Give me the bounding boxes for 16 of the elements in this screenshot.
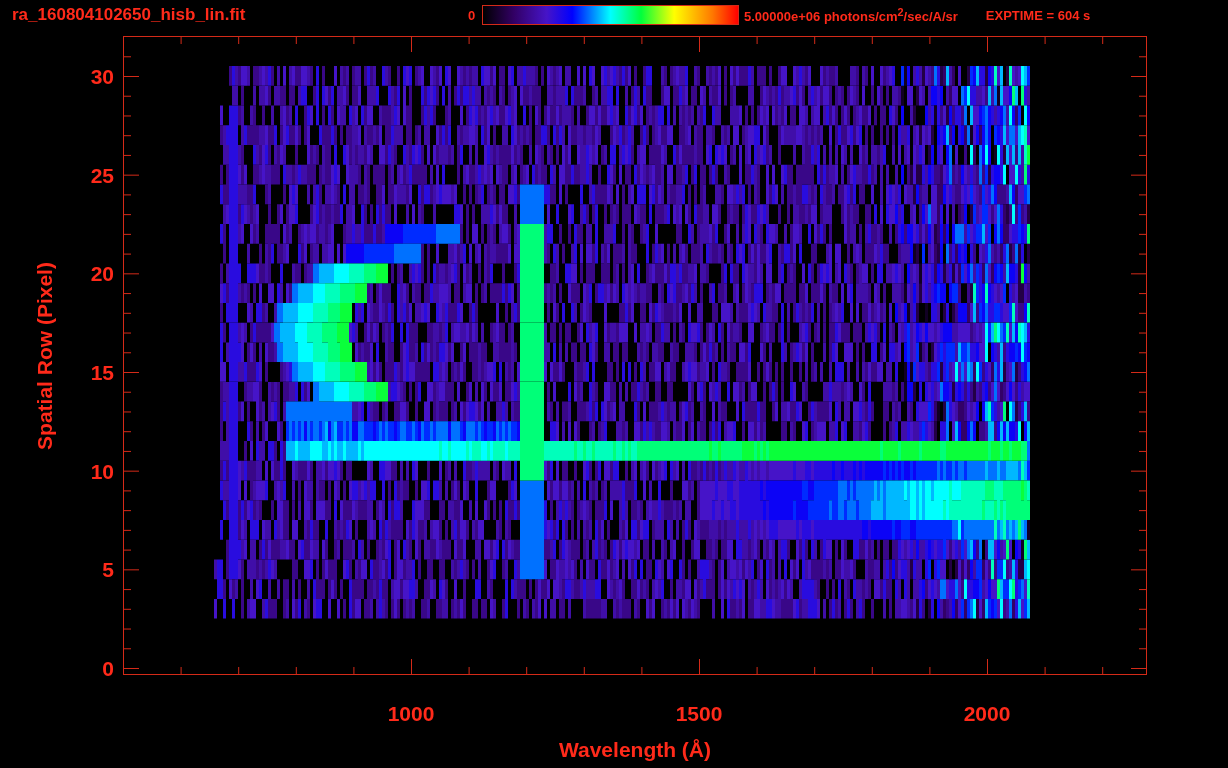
colorbar-max-label: 5.00000e+06 photons/cm$^{2}$/sec/A/sr bbox=[744, 5, 958, 25]
axis-tick-label: 10 bbox=[90, 459, 114, 483]
exposure-time: EXPTIME = 604 s bbox=[985, 7, 1091, 23]
axis-tick-label: 1000 bbox=[387, 702, 435, 725]
axis-tick-label: 0 bbox=[102, 657, 114, 680]
y-axis-label: Spatial Row (Pixel) bbox=[33, 262, 56, 450]
x-axis-label: Wavelength (Å) bbox=[558, 738, 712, 761]
axis-tick-label: 15 bbox=[90, 361, 114, 384]
colorbar-min-label: 0 bbox=[468, 7, 477, 23]
axis-tick-label: 30 bbox=[90, 65, 114, 88]
axis-tick-label: 1500 bbox=[675, 702, 723, 725]
plot-title: ra_160804102650_hisb_lin.fit bbox=[11, 5, 247, 25]
axis-tick-label: 2000 bbox=[963, 702, 1011, 725]
axis-tick-label: 20 bbox=[90, 262, 114, 286]
axis-tick-label: 25 bbox=[90, 163, 114, 187]
axis-tick-label: 5 bbox=[102, 558, 114, 582]
